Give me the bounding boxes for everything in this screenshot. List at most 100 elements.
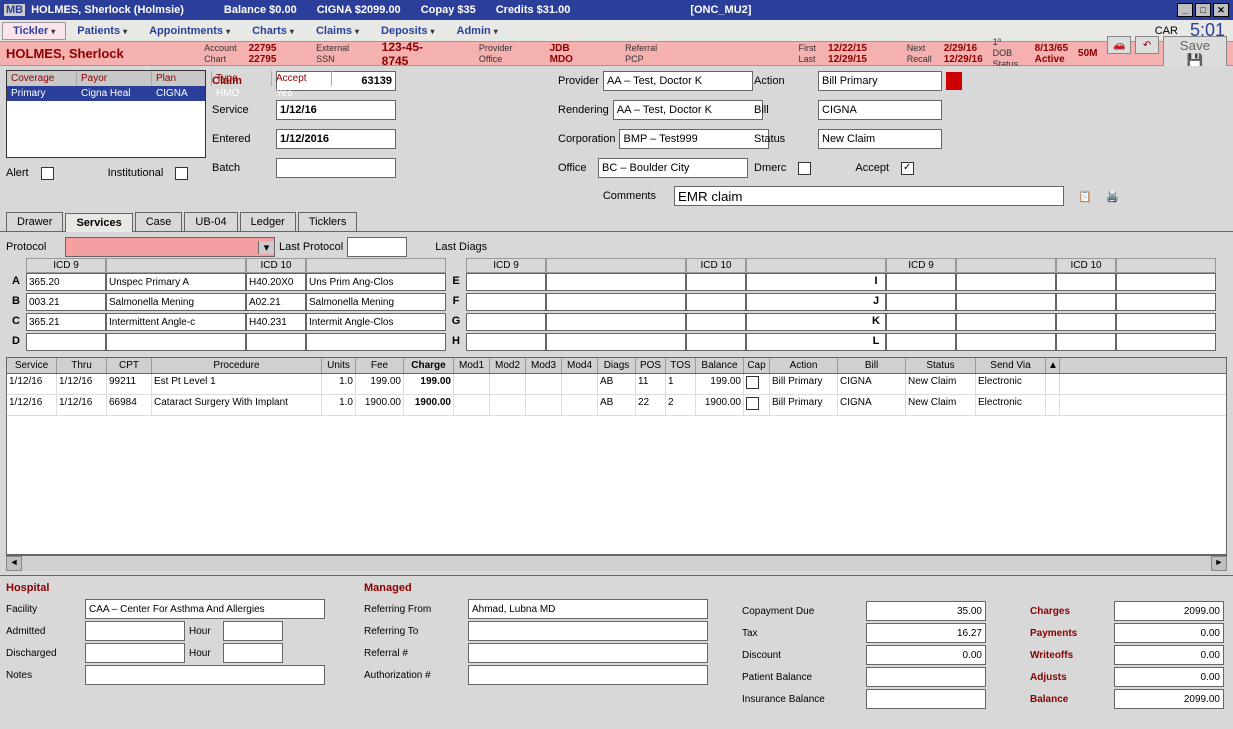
icd9-desc-H[interactable] xyxy=(546,333,686,351)
icd9-code-L[interactable] xyxy=(886,333,956,351)
patient-balance-input[interactable] xyxy=(866,667,986,687)
tab-ticklers[interactable]: Ticklers xyxy=(298,212,357,231)
action-icon[interactable] xyxy=(946,72,962,90)
tab-ledger[interactable]: Ledger xyxy=(240,212,296,231)
icd10-desc-I[interactable] xyxy=(1116,273,1216,291)
icd9-code-F[interactable] xyxy=(466,293,546,311)
icd10-desc-F[interactable] xyxy=(746,293,886,311)
status-input[interactable] xyxy=(818,129,942,149)
institutional-checkbox[interactable] xyxy=(175,167,188,180)
bill-input[interactable] xyxy=(818,100,942,120)
icd10-desc-L[interactable] xyxy=(1116,333,1216,351)
icd9-code-B[interactable] xyxy=(26,293,106,311)
batch-input[interactable] xyxy=(276,158,396,178)
icd9-desc-L[interactable] xyxy=(956,333,1056,351)
print-icon[interactable]: 🖨️ xyxy=(1106,190,1120,203)
menu-charts[interactable]: Charts▾ xyxy=(241,22,305,40)
icd10-code-E[interactable] xyxy=(686,273,746,291)
accept-checkbox[interactable] xyxy=(901,162,914,175)
rendering-input[interactable] xyxy=(613,100,763,120)
icd9-code-G[interactable] xyxy=(466,313,546,331)
icd9-code-E[interactable] xyxy=(466,273,546,291)
icd10-desc-J[interactable] xyxy=(1116,293,1216,311)
menu-appointments[interactable]: Appointments▾ xyxy=(138,22,241,40)
dmerc-checkbox[interactable] xyxy=(798,162,811,175)
referring-from-input[interactable] xyxy=(468,599,708,619)
referring-to-input[interactable] xyxy=(468,621,708,641)
icd10-desc-E[interactable] xyxy=(746,273,886,291)
icd10-desc-C[interactable] xyxy=(306,313,446,331)
menu-deposits[interactable]: Deposits▾ xyxy=(370,22,445,40)
service-row[interactable]: 1/12/161/12/1699211Est Pt Level 11.0199.… xyxy=(7,374,1226,395)
tax-input[interactable] xyxy=(866,623,986,643)
service-row[interactable]: 1/12/161/12/1666984Cataract Surgery With… xyxy=(7,395,1226,416)
icd9-code-D[interactable] xyxy=(26,333,106,351)
protocol-combo[interactable]: ▾ xyxy=(65,237,275,257)
icd9-code-C[interactable] xyxy=(26,313,106,331)
menu-patients[interactable]: Patients▾ xyxy=(66,22,138,40)
alert-checkbox[interactable] xyxy=(41,167,54,180)
action-input[interactable] xyxy=(818,71,942,91)
icd10-code-F[interactable] xyxy=(686,293,746,311)
icd10-desc-H[interactable] xyxy=(746,333,886,351)
tab-case[interactable]: Case xyxy=(135,212,183,231)
discount-input[interactable] xyxy=(866,645,986,665)
hscrollbar[interactable]: ◄► xyxy=(6,555,1227,571)
icd9-desc-B[interactable] xyxy=(106,293,246,311)
icd10-code-C[interactable] xyxy=(246,313,306,331)
tab-drawer[interactable]: Drawer xyxy=(6,212,63,231)
facility-input[interactable] xyxy=(85,599,325,619)
vehicle-icon[interactable]: 🚗 xyxy=(1107,36,1131,54)
icd9-desc-D[interactable] xyxy=(106,333,246,351)
tab-services[interactable]: Services xyxy=(65,213,132,232)
icd10-code-L[interactable] xyxy=(1056,333,1116,351)
icd9-desc-I[interactable] xyxy=(956,273,1056,291)
icd9-desc-E[interactable] xyxy=(546,273,686,291)
menu-admin[interactable]: Admin▾ xyxy=(446,22,509,40)
last-protocol-input[interactable] xyxy=(347,237,407,257)
referral-num-input[interactable] xyxy=(468,643,708,663)
icd9-code-J[interactable] xyxy=(886,293,956,311)
icd10-code-B[interactable] xyxy=(246,293,306,311)
icd10-desc-K[interactable] xyxy=(1116,313,1216,331)
icd9-desc-A[interactable] xyxy=(106,273,246,291)
icd10-code-D[interactable] xyxy=(246,333,306,351)
corporation-input[interactable] xyxy=(619,129,769,149)
tab-ub04[interactable]: UB-04 xyxy=(184,212,237,231)
undo-icon[interactable]: ↶ xyxy=(1135,36,1159,54)
icd10-code-K[interactable] xyxy=(1056,313,1116,331)
icd9-desc-G[interactable] xyxy=(546,313,686,331)
coverage-row[interactable]: PrimaryCigna HealCIGNAHMOYes xyxy=(7,86,205,101)
icd10-desc-D[interactable] xyxy=(306,333,446,351)
service-date-input[interactable] xyxy=(276,100,396,120)
icd10-desc-G[interactable] xyxy=(746,313,886,331)
provider-input[interactable] xyxy=(603,71,753,91)
icd9-code-H[interactable] xyxy=(466,333,546,351)
maximize-button[interactable]: □ xyxy=(1195,3,1211,17)
menu-tickler[interactable]: Tickler▾ xyxy=(2,22,66,40)
icd10-desc-B[interactable] xyxy=(306,293,446,311)
copy-icon[interactable]: 📋 xyxy=(1078,190,1092,203)
icd9-desc-J[interactable] xyxy=(956,293,1056,311)
close-button[interactable]: ✕ xyxy=(1213,3,1229,17)
auth-num-input[interactable] xyxy=(468,665,708,685)
icd9-code-K[interactable] xyxy=(886,313,956,331)
notes-input[interactable] xyxy=(85,665,325,685)
icd10-code-H[interactable] xyxy=(686,333,746,351)
comments-input[interactable] xyxy=(674,186,1064,206)
icd10-code-A[interactable] xyxy=(246,273,306,291)
icd9-desc-C[interactable] xyxy=(106,313,246,331)
menu-claims[interactable]: Claims▾ xyxy=(305,22,370,40)
icd10-desc-A[interactable] xyxy=(306,273,446,291)
discharged-input[interactable] xyxy=(85,643,185,663)
admitted-input[interactable] xyxy=(85,621,185,641)
icd9-code-I[interactable] xyxy=(886,273,956,291)
icd9-desc-F[interactable] xyxy=(546,293,686,311)
minimize-button[interactable]: _ xyxy=(1177,3,1193,17)
icd9-desc-K[interactable] xyxy=(956,313,1056,331)
insurance-balance-input[interactable] xyxy=(866,689,986,709)
icd10-code-G[interactable] xyxy=(686,313,746,331)
discharged-hour-input[interactable] xyxy=(223,643,283,663)
icd10-code-J[interactable] xyxy=(1056,293,1116,311)
icd9-code-A[interactable] xyxy=(26,273,106,291)
